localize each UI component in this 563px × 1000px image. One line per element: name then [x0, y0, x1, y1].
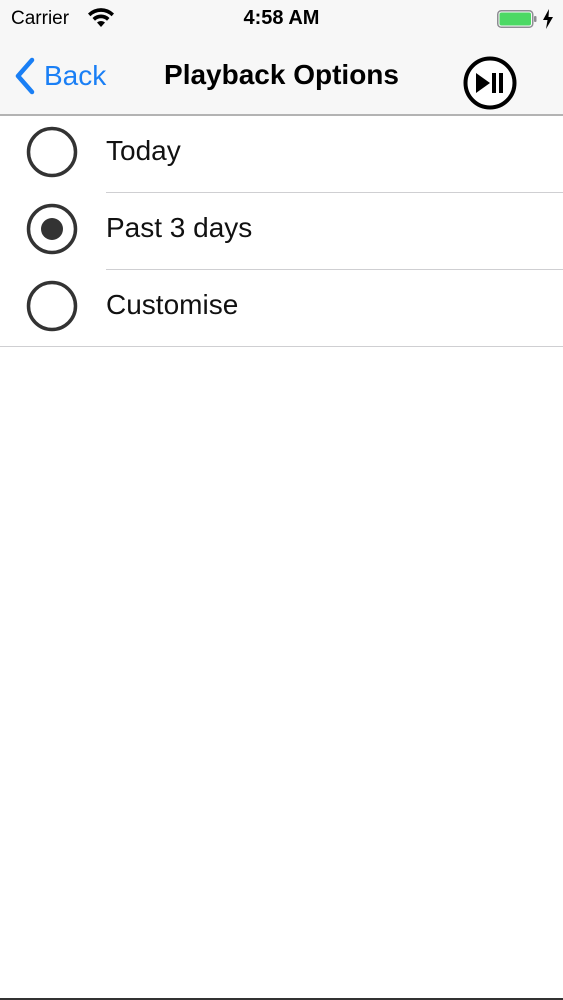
option-row-past-3-days[interactable]: Past 3 days	[0, 193, 563, 270]
screen: Carrier 4:58 AM Back Playback Options To…	[0, 0, 563, 1000]
option-label: Past 3 days	[106, 212, 253, 243]
navigation-bar: Back Playback Options	[0, 38, 563, 116]
radio-button-customise[interactable]	[26, 280, 78, 332]
option-row-customise[interactable]: Customise	[0, 270, 563, 347]
radio-button-today[interactable]	[26, 126, 78, 178]
option-label: Today	[106, 135, 181, 166]
status-bar: Carrier 4:58 AM	[0, 0, 563, 38]
battery-icon	[497, 10, 537, 28]
options-list: Today Past 3 days Customise	[0, 116, 563, 347]
play-pause-icon[interactable]	[463, 56, 517, 110]
option-label: Customise	[106, 289, 239, 320]
status-time: 4:58 AM	[243, 7, 320, 29]
charging-bolt-icon	[543, 9, 553, 29]
radio-button-past-3-days[interactable]	[26, 203, 78, 255]
row-divider	[0, 346, 563, 347]
option-row-today[interactable]: Today	[0, 116, 563, 193]
